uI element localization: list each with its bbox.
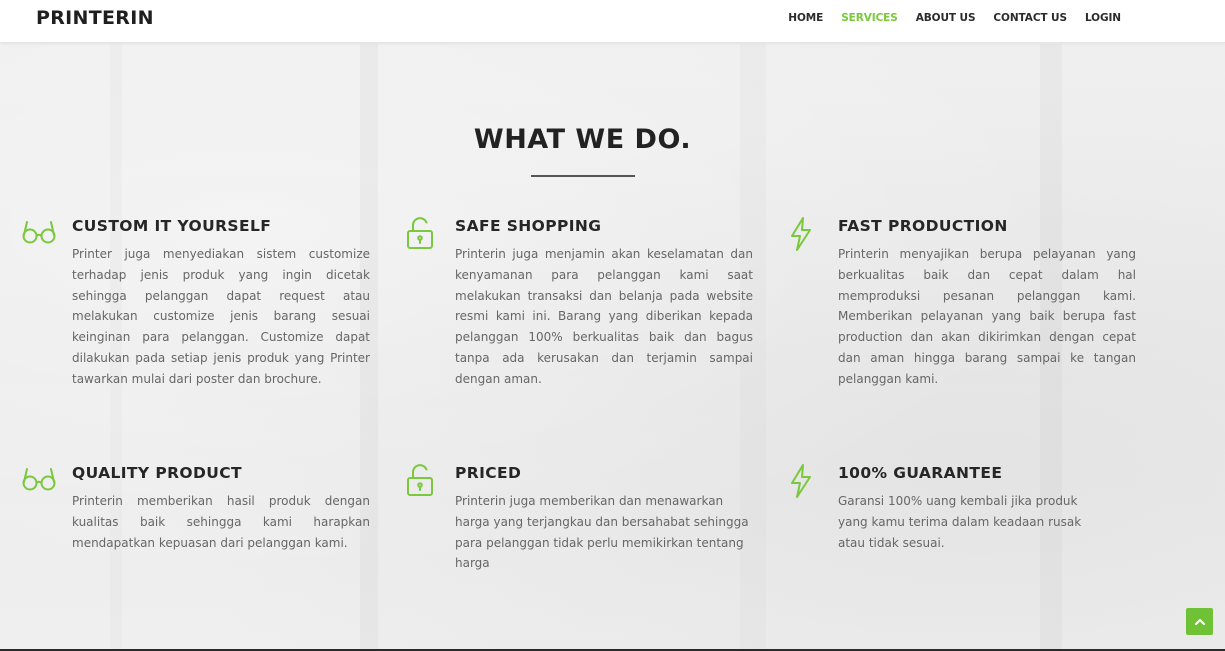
unlock-icon	[405, 217, 435, 253]
main-nav: HOME SERVICES ABOUT US CONTACT US LOGIN	[788, 12, 1121, 24]
feature-description: Printerin menyajikan berupa pelayanan ya…	[838, 247, 1136, 386]
lightning-icon	[788, 464, 814, 502]
nav-about-us[interactable]: ABOUT US	[916, 12, 976, 24]
nav-login[interactable]: LOGIN	[1085, 12, 1121, 24]
glasses-icon	[22, 464, 56, 496]
feature-title: CUSTOM IT YOURSELF	[72, 217, 272, 235]
section-title: WHAT WE DO.	[473, 124, 692, 155]
feature-title: FAST PRODUCTION	[838, 217, 1008, 235]
nav-services[interactable]: SERVICES	[841, 12, 898, 24]
chevron-up-icon	[1194, 612, 1206, 631]
feature-description: Printer juga menyediakan sistem customiz…	[72, 247, 370, 386]
feature-description: Printerin memberikan hasil produk dengan…	[72, 494, 370, 550]
feature-title: QUALITY PRODUCT	[72, 464, 242, 482]
nav-contact-us[interactable]: CONTACT US	[993, 12, 1067, 24]
feature-title: 100% GUARANTEE	[838, 464, 1003, 482]
scroll-to-top-button[interactable]	[1186, 608, 1213, 635]
unlock-icon	[405, 464, 435, 500]
services-section: WHAT WE DO. CUSTOM IT YOURSELF Printer j…	[0, 44, 1225, 651]
feature-title: SAFE SHOPPING	[455, 217, 602, 235]
feature-title: PRICED	[455, 464, 522, 482]
title-underline	[531, 175, 635, 177]
nav-home[interactable]: HOME	[788, 12, 823, 24]
top-navbar: PRINTERIN HOME SERVICES ABOUT US CONTACT…	[0, 0, 1225, 43]
feature-description: Garansi 100% uang kembali jika produk ya…	[838, 494, 1082, 550]
feature-description: Printerin juga memberikan dan menawarkan…	[455, 494, 749, 571]
feature-description: Printerin juga menjamin akan keselamatan…	[455, 247, 753, 386]
brand-logo[interactable]: PRINTERIN	[36, 7, 154, 29]
glasses-icon	[22, 217, 56, 249]
lightning-icon	[788, 217, 814, 255]
